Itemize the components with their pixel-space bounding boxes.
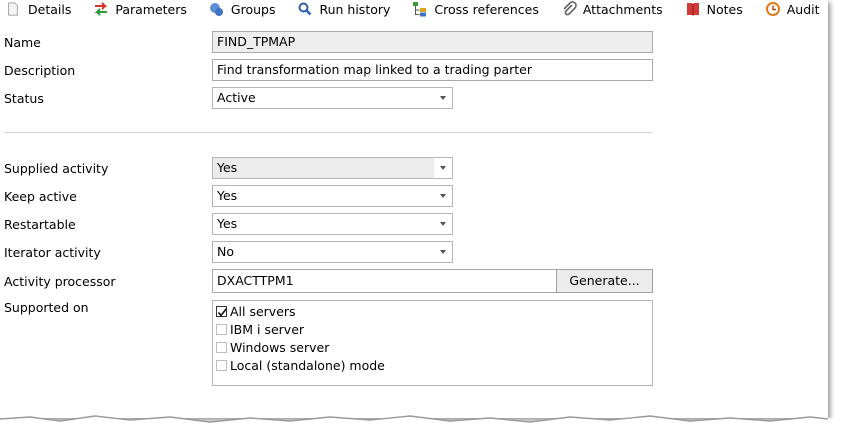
tree-icon	[413, 2, 427, 17]
torn-edge-decoration	[0, 415, 843, 445]
supplied-activity-value: Yes	[217, 160, 238, 175]
tab-run-history[interactable]: Run history	[293, 0, 394, 18]
document-icon	[8, 2, 18, 16]
status-value: Active	[217, 90, 256, 105]
supplied-activity-label: Supplied activity	[4, 161, 109, 176]
magnifier-icon	[298, 2, 312, 16]
option-label: IBM i server	[230, 321, 305, 337]
section-divider	[4, 132, 653, 133]
paperclip-icon	[563, 1, 577, 16]
option-label: All servers	[230, 303, 296, 319]
generate-button[interactable]: Generate...	[556, 269, 653, 293]
option-all-servers[interactable]: All servers	[216, 303, 296, 319]
name-field[interactable]: FIND_TPMAP	[212, 31, 653, 53]
tab-bar: Details Parameters Groups Run history Cr…	[0, 0, 828, 18]
clock-icon	[765, 2, 780, 16]
tab-notes[interactable]: Notes	[681, 0, 747, 18]
tab-cross-references[interactable]: Cross references	[408, 0, 542, 18]
iterator-activity-dropdown[interactable]: No	[212, 241, 453, 263]
groups-icon	[209, 3, 223, 16]
description-label: Description	[4, 63, 76, 78]
option-local-mode[interactable]: Local (standalone) mode	[216, 357, 385, 373]
tab-label: Details	[28, 1, 72, 17]
check-icon	[217, 307, 228, 317]
activity-processor-field[interactable]: DXACTTPM1	[212, 269, 557, 293]
option-label: Local (standalone) mode	[230, 357, 385, 373]
checkbox[interactable]	[216, 341, 227, 353]
chevron-down-icon	[440, 222, 446, 226]
chevron-down-icon	[440, 250, 446, 254]
option-windows-server[interactable]: Windows server	[216, 339, 329, 355]
tab-details[interactable]: Details	[0, 0, 75, 18]
tab-attachments[interactable]: Attachments	[557, 0, 667, 18]
tab-label: Groups	[230, 1, 276, 17]
activity-processor-label: Activity processor	[4, 274, 116, 289]
keep-active-value: Yes	[217, 188, 238, 203]
tab-label: Attachments	[582, 1, 663, 17]
chevron-down-icon	[440, 194, 446, 198]
keep-active-label: Keep active	[4, 189, 77, 204]
restartable-dropdown[interactable]: Yes	[212, 213, 453, 235]
supported-on-list: All servers IBM i server Windows server …	[212, 300, 653, 386]
activity-details-panel: Details Parameters Groups Run history Cr…	[0, 0, 828, 418]
tab-parameters[interactable]: Parameters	[89, 0, 191, 18]
arrows-icon	[94, 2, 108, 16]
tab-label: Audit	[786, 1, 820, 17]
tab-groups[interactable]: Groups	[205, 0, 280, 18]
checkbox[interactable]	[216, 359, 227, 371]
status-label: Status	[4, 91, 44, 106]
iterator-activity-label: Iterator activity	[4, 245, 101, 260]
iterator-activity-value: No	[217, 244, 234, 259]
restartable-value: Yes	[217, 216, 238, 231]
tab-audit[interactable]: Audit	[761, 0, 824, 18]
description-field[interactable]: Find transformation map linked to a trad…	[212, 59, 653, 81]
tab-label: Cross references	[434, 1, 539, 17]
supplied-activity-dropdown[interactable]: Yes	[212, 157, 453, 179]
restartable-label: Restartable	[4, 217, 76, 232]
name-label: Name	[4, 35, 41, 50]
chevron-down-icon	[440, 96, 446, 100]
status-dropdown[interactable]: Active	[212, 87, 453, 109]
tab-label: Notes	[706, 1, 743, 17]
option-label: Windows server	[230, 339, 330, 355]
keep-active-dropdown[interactable]: Yes	[212, 185, 453, 207]
checkbox[interactable]	[216, 323, 227, 335]
notebook-icon	[686, 3, 699, 16]
tab-label: Run history	[319, 1, 391, 17]
checkbox-checked[interactable]	[216, 305, 228, 317]
supported-on-label: Supported on	[4, 300, 89, 315]
option-ibm-i-server[interactable]: IBM i server	[216, 321, 304, 337]
tab-label: Parameters	[115, 1, 187, 17]
chevron-down-icon	[440, 166, 446, 170]
